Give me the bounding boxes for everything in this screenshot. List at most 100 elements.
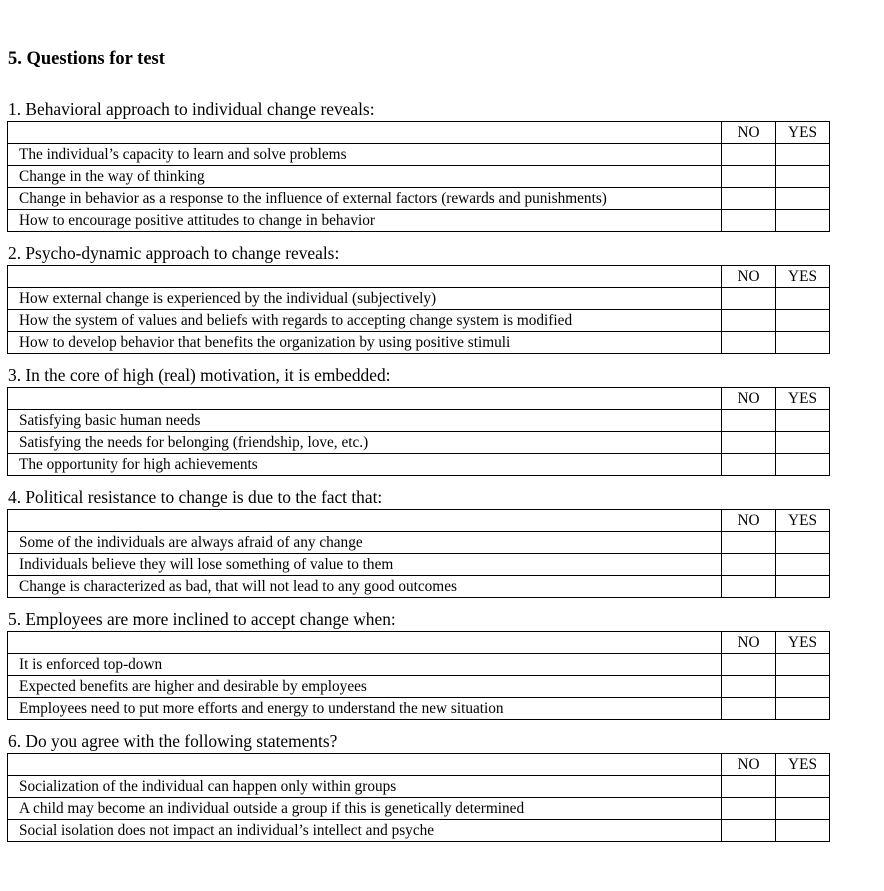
answer-cell-no[interactable] (721, 331, 776, 354)
answer-cell-yes[interactable] (775, 675, 830, 698)
question-heading: 1. Behavioral approach to individual cha… (8, 99, 375, 119)
table-header-row: NO YES (7, 387, 830, 410)
answer-cell-yes[interactable] (775, 575, 830, 598)
table-row: The individual’s capacity to learn and s… (7, 143, 830, 166)
column-header-no: NO (721, 265, 776, 288)
statement-cell: The opportunity for high achievements (7, 453, 722, 476)
answer-cell-no[interactable] (721, 187, 776, 210)
table-row: Satisfying the needs for belonging (frie… (7, 431, 830, 454)
table-row: Social isolation does not impact an indi… (7, 819, 830, 842)
document-page: 5. Questions for test 1. Behavioral appr… (0, 0, 884, 891)
answer-cell-yes[interactable] (775, 287, 830, 310)
column-header-yes: YES (775, 753, 830, 776)
statement-cell: The individual’s capacity to learn and s… (7, 143, 722, 166)
answer-cell-no[interactable] (721, 797, 776, 820)
table-header-row: NO YES (7, 631, 830, 654)
column-header-statement (7, 121, 722, 144)
statement-cell: How external change is experienced by th… (7, 287, 722, 310)
answer-cell-yes[interactable] (775, 165, 830, 188)
page-title: 5. Questions for test (8, 49, 165, 69)
answer-cell-no[interactable] (721, 775, 776, 798)
question-heading: 2. Psycho-dynamic approach to change rev… (8, 243, 340, 263)
answer-cell-yes[interactable] (775, 553, 830, 576)
statement-cell: Socialization of the individual can happ… (7, 775, 722, 798)
answer-cell-no[interactable] (721, 287, 776, 310)
question-answer-table: NO YES How external change is experienced … (7, 265, 830, 354)
table-row: Socialization of the individual can happ… (7, 775, 830, 798)
question-block: 6. Do you agree with the following state… (0, 731, 884, 842)
table-row: How to develop behavior that benefits th… (7, 331, 830, 354)
question-block: 4. Political resistance to change is due… (0, 487, 884, 598)
table-row: A child may become an individual outside… (7, 797, 830, 820)
table-header-row: NO YES (7, 121, 830, 144)
answer-cell-no[interactable] (721, 553, 776, 576)
statement-cell: Social isolation does not impact an indi… (7, 819, 722, 842)
answer-cell-no[interactable] (721, 453, 776, 476)
statement-cell: How the system of values and beliefs wit… (7, 309, 722, 332)
column-header-yes: YES (775, 121, 830, 144)
question-answer-table: NO YES Some of the individuals are always … (7, 509, 830, 598)
table-row: Expected benefits are higher and desirab… (7, 675, 830, 698)
answer-cell-no[interactable] (721, 143, 776, 166)
statement-cell: Individuals believe they will lose somet… (7, 553, 722, 576)
answer-cell-yes[interactable] (775, 653, 830, 676)
answer-cell-yes[interactable] (775, 187, 830, 210)
answer-cell-yes[interactable] (775, 453, 830, 476)
answer-cell-no[interactable] (721, 675, 776, 698)
table-row: Satisfying basic human needs (7, 409, 830, 432)
question-answer-table: NO YES Satisfying basic human needs Satisfy… (7, 387, 830, 476)
answer-cell-yes[interactable] (775, 819, 830, 842)
answer-cell-yes[interactable] (775, 531, 830, 554)
answer-cell-yes[interactable] (775, 431, 830, 454)
column-header-no: NO (721, 509, 776, 532)
statement-cell: Change is characterized as bad, that wil… (7, 575, 722, 598)
answer-cell-no[interactable] (721, 209, 776, 232)
answer-cell-no[interactable] (721, 165, 776, 188)
answer-cell-yes[interactable] (775, 697, 830, 720)
table-row: How the system of values and beliefs wit… (7, 309, 830, 332)
statement-cell: Employees need to put more efforts and e… (7, 697, 722, 720)
table-row: Change is characterized as bad, that wil… (7, 575, 830, 598)
answer-cell-yes[interactable] (775, 309, 830, 332)
answer-cell-no[interactable] (721, 697, 776, 720)
statement-cell: A child may become an individual outside… (7, 797, 722, 820)
question-answer-table: NO YES It is enforced top-down Expected ben… (7, 631, 830, 720)
column-header-yes: YES (775, 387, 830, 410)
answer-cell-no[interactable] (721, 575, 776, 598)
column-header-no: NO (721, 753, 776, 776)
answer-cell-no[interactable] (721, 409, 776, 432)
answer-cell-no[interactable] (721, 431, 776, 454)
question-heading: 4. Political resistance to change is due… (8, 487, 383, 507)
column-header-yes: YES (775, 509, 830, 532)
statement-cell: Satisfying the needs for belonging (frie… (7, 431, 722, 454)
table-row: Change in the way of thinking (7, 165, 830, 188)
table-header-row: NO YES (7, 753, 830, 776)
statement-cell: How to encourage positive attitudes to c… (7, 209, 722, 232)
answer-cell-yes[interactable] (775, 797, 830, 820)
answer-cell-yes[interactable] (775, 331, 830, 354)
question-block: 2. Psycho-dynamic approach to change rev… (0, 243, 884, 354)
answer-cell-no[interactable] (721, 653, 776, 676)
answer-cell-yes[interactable] (775, 143, 830, 166)
column-header-yes: YES (775, 265, 830, 288)
statement-cell: Expected benefits are higher and desirab… (7, 675, 722, 698)
answer-cell-yes[interactable] (775, 209, 830, 232)
table-row: Employees need to put more efforts and e… (7, 697, 830, 720)
statement-cell: It is enforced top-down (7, 653, 722, 676)
statement-cell: How to develop behavior that benefits th… (7, 331, 722, 354)
question-answer-table: NO YES The individual’s capacity to learn … (7, 121, 830, 232)
table-row: Change in behavior as a response to the … (7, 187, 830, 210)
question-block: 3. In the core of high (real) motivation… (0, 365, 884, 476)
statement-cell: Change in the way of thinking (7, 165, 722, 188)
table-header-row: NO YES (7, 509, 830, 532)
column-header-no: NO (721, 631, 776, 654)
column-header-yes: YES (775, 631, 830, 654)
answer-cell-yes[interactable] (775, 775, 830, 798)
column-header-no: NO (721, 387, 776, 410)
statement-cell: Change in behavior as a response to the … (7, 187, 722, 210)
answer-cell-no[interactable] (721, 309, 776, 332)
answer-cell-yes[interactable] (775, 409, 830, 432)
column-header-statement (7, 387, 722, 410)
answer-cell-no[interactable] (721, 819, 776, 842)
answer-cell-no[interactable] (721, 531, 776, 554)
